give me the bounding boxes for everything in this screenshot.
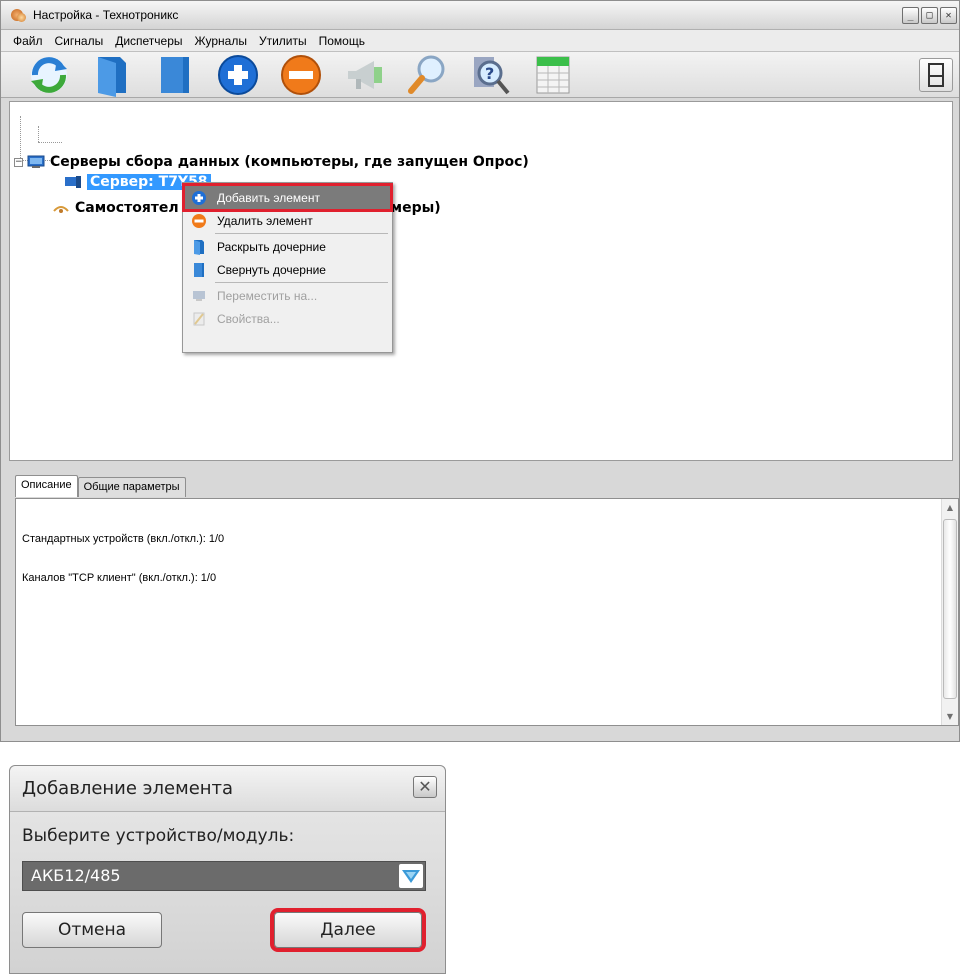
menu-journals[interactable]: Журналы	[189, 34, 253, 48]
add-icon	[191, 190, 207, 206]
add-element-dialog: Добавление элемента ✕ Выберите устройств…	[9, 765, 446, 974]
scroll-thumb[interactable]	[943, 519, 957, 699]
tab-strip: Описание Общие параметры	[15, 475, 186, 497]
menu-utilities[interactable]: Утилиты	[253, 34, 313, 48]
context-menu: Добавить элемент Удалить элемент Раскрыт…	[182, 182, 393, 353]
spreadsheet-icon[interactable]	[531, 53, 575, 97]
menu-item-properties: Свойства...	[183, 307, 392, 330]
computer-icon	[27, 155, 45, 169]
menu-bar: Файл Сигналы Диспетчеры Журналы Утилиты …	[1, 30, 959, 52]
folder-collapse-icon	[191, 262, 207, 278]
device-select-value: АКБ12/485	[31, 866, 121, 885]
dropdown-arrow-icon[interactable]	[399, 864, 423, 888]
dialog-close-button[interactable]: ✕	[413, 776, 437, 798]
menu-help[interactable]: Помощь	[313, 34, 371, 48]
add-icon[interactable]	[216, 53, 260, 97]
properties-icon	[191, 311, 207, 327]
menu-item-label: Удалить элемент	[217, 213, 313, 228]
menu-item-label: Переместить на...	[217, 288, 318, 303]
menu-item-label: Добавить элемент	[217, 190, 320, 205]
tab-description[interactable]: Описание	[15, 475, 78, 497]
remove-icon	[191, 213, 207, 229]
close-button[interactable]: ✕	[940, 6, 957, 24]
menu-separator	[215, 282, 388, 283]
vertical-scrollbar[interactable]: ▲ ▼	[941, 499, 958, 725]
collapse-toggle-icon[interactable]: −	[14, 157, 23, 167]
window-title: Настройка - Технотроникс	[33, 8, 179, 22]
device-select-label: Выберите устройство/модуль:	[22, 826, 295, 846]
tree-node-label: Серверы сбора данных (компьютеры, где за…	[50, 154, 529, 170]
tree-node-label-end: меры)	[390, 200, 441, 216]
folder-expand-icon	[191, 239, 207, 255]
description-line: Стандартных устройств (вкл./откл.): 1/0	[22, 533, 225, 545]
device-select[interactable]: АКБ12/485	[22, 861, 426, 891]
menu-item-collapse-children[interactable]: Свернуть дочерние	[183, 258, 392, 281]
svg-text:?: ?	[485, 64, 494, 83]
main-window: Настройка - Технотроникс _ □ ✕ Файл Сигн…	[0, 0, 960, 742]
window-controls: _ □ ✕	[902, 6, 959, 24]
remove-icon[interactable]	[279, 53, 323, 97]
folder-collapse-icon[interactable]	[153, 53, 197, 97]
next-button[interactable]: Далее	[270, 908, 426, 952]
toolbar: ?	[1, 52, 959, 98]
app-icon	[9, 7, 27, 23]
search-icon[interactable]	[405, 53, 449, 97]
network-icon	[52, 201, 70, 215]
menu-item-label: Свойства...	[217, 311, 280, 326]
cancel-button[interactable]: Отмена	[22, 912, 162, 948]
menu-item-move-to: Переместить на...	[183, 284, 392, 307]
move-icon	[191, 288, 207, 304]
description-panel: Стандартных устройств (вкл./откл.): 1/0 …	[15, 498, 959, 726]
menu-item-delete-element[interactable]: Удалить элемент	[183, 209, 392, 232]
menu-signals[interactable]: Сигналы	[49, 34, 110, 48]
scroll-up-icon[interactable]: ▲	[942, 499, 958, 516]
menu-dispatchers[interactable]: Диспетчеры	[109, 34, 188, 48]
dialog-title: Добавление элемента	[10, 766, 445, 812]
description-line: Каналов "TCP клиент" (вкл./откл.): 1/0	[22, 572, 217, 584]
title-bar[interactable]: Настройка - Технотроникс _ □ ✕	[1, 1, 959, 30]
menu-file[interactable]: Файл	[7, 34, 49, 48]
scroll-down-icon[interactable]: ▼	[942, 708, 958, 725]
refresh-icon[interactable]	[27, 53, 71, 97]
folder-expand-icon[interactable]	[90, 53, 134, 97]
menu-item-add-element[interactable]: Добавить элемент	[182, 183, 393, 212]
server-icon	[64, 175, 82, 189]
tab-general-parameters[interactable]: Общие параметры	[77, 477, 186, 497]
menu-item-label: Раскрыть дочерние	[217, 239, 326, 254]
help-search-icon[interactable]: ?	[468, 53, 512, 97]
tree-node-label-start: Самостоятел	[75, 200, 179, 216]
description-text: Стандартных устройств (вкл./откл.): 1/0 …	[22, 507, 224, 611]
panel-icon[interactable]	[919, 58, 953, 92]
maximize-button[interactable]: □	[921, 6, 938, 24]
megaphone-icon[interactable]	[342, 53, 386, 97]
tree-view[interactable]: − Серверы сбора данных (компьютеры, где …	[9, 101, 953, 461]
menu-separator	[215, 233, 388, 234]
tree-node-servers[interactable]: − Серверы сбора данных (компьютеры, где …	[14, 152, 529, 172]
menu-item-expand-children[interactable]: Раскрыть дочерние	[183, 235, 392, 258]
minimize-button[interactable]: _	[902, 6, 919, 24]
menu-item-label: Свернуть дочерние	[217, 262, 326, 277]
